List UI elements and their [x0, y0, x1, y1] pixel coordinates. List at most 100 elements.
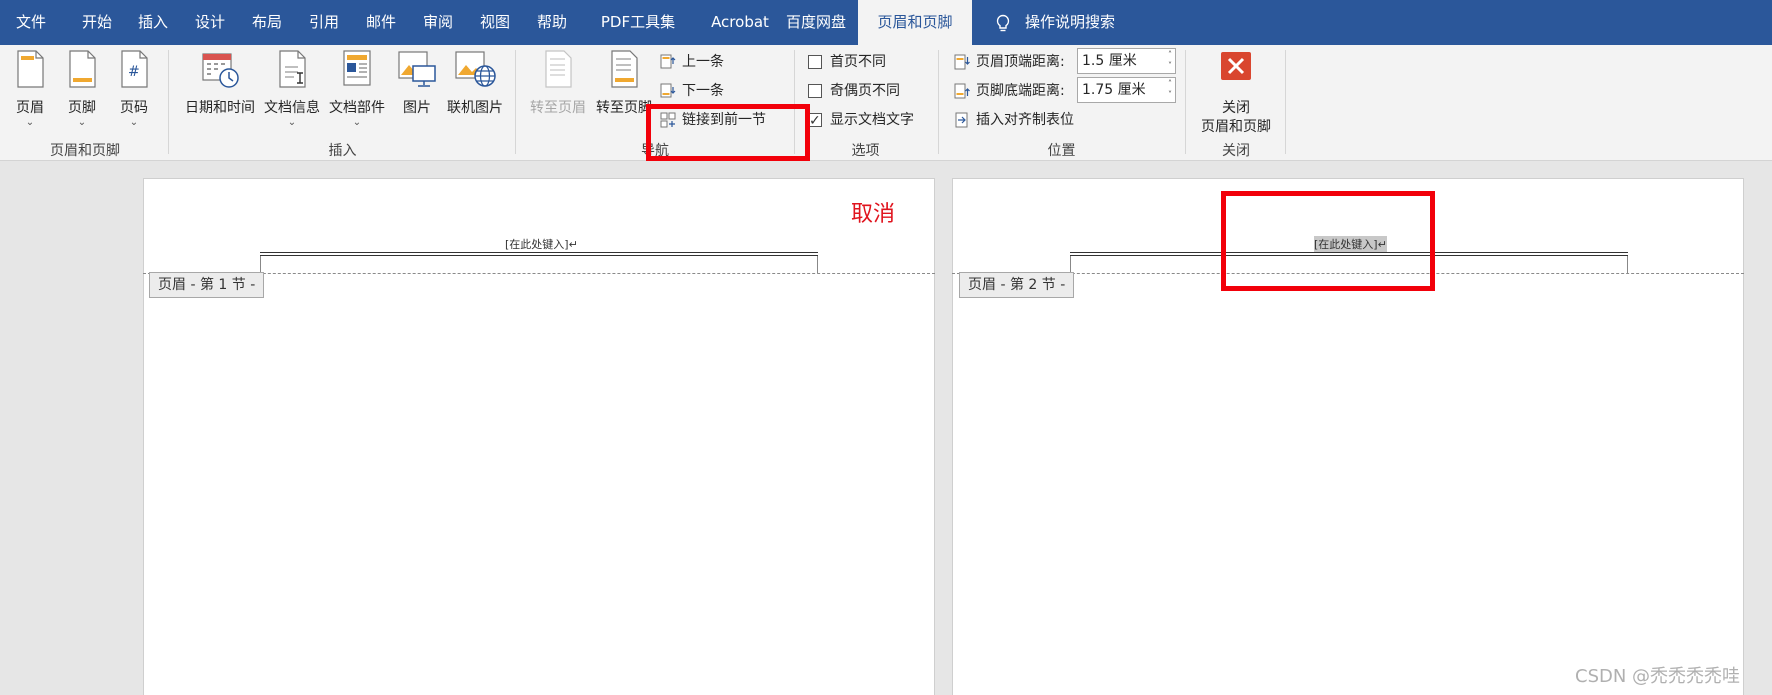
group-label-close: 关闭 [1222, 143, 1250, 159]
watermark: CSDN @禿禿禿禿哇 [1575, 666, 1741, 687]
goto-header-button[interactable]: 转至页眉 [526, 49, 590, 137]
header-rule-edge [260, 256, 261, 273]
chevron-down-icon: ⌄ [352, 117, 362, 128]
lightbulb-icon [996, 14, 1010, 32]
header-button[interactable]: 页眉 ⌄ [6, 49, 54, 137]
chevron-down-icon: ⌄ [25, 117, 35, 128]
insert-alignment-tab-label: 插入对齐制表位 [976, 112, 1074, 128]
group-label-position: 位置 [1047, 143, 1076, 159]
previous-section-icon [660, 54, 676, 69]
header-top-distance-value: 1.5 厘米 [1082, 53, 1137, 69]
tab-layout[interactable]: 布局 [242, 0, 292, 45]
tab-baidu-netdisk[interactable]: 百度网盘 [771, 0, 861, 45]
tab-insert[interactable]: 插入 [128, 0, 178, 45]
next-label: 下一条 [682, 83, 724, 99]
header-top-distance-input[interactable]: 1.5 厘米 ˄ ˅ [1077, 48, 1176, 74]
close-label-line2: 页眉和页脚 [1201, 119, 1271, 135]
footer-button[interactable]: 页脚 ⌄ [58, 49, 106, 137]
header-placeholder-text-selected[interactable]: [在此处键入]↵ [1314, 236, 1387, 252]
checkbox-box [808, 84, 822, 98]
page-number-button[interactable]: # 页码 ⌄ [110, 49, 158, 137]
group-divider [515, 50, 516, 154]
picture-label: 图片 [403, 100, 431, 116]
online-picture-icon [455, 51, 496, 87]
header-top-distance-icon [954, 54, 970, 70]
goto-footer-label: 转至页脚 [596, 100, 652, 116]
footer-icon [69, 50, 96, 88]
document-info-label: 文档信息 [264, 100, 320, 116]
quick-parts-label: 文档部件 [329, 100, 385, 116]
quick-parts-button[interactable]: 文档部件 ⌄ [325, 49, 389, 137]
quick-parts-icon [343, 50, 371, 86]
group-divider [1285, 50, 1286, 154]
footer-bottom-distance-input[interactable]: 1.75 厘米 ˄ ˅ [1077, 77, 1176, 103]
goto-footer-icon [611, 50, 638, 88]
link-to-previous-icon [660, 112, 676, 128]
svg-text:#: # [128, 64, 140, 80]
chevron-down-icon: ⌄ [129, 117, 139, 128]
close-header-footer-button[interactable]: 关闭 页眉和页脚 [1192, 49, 1280, 137]
tab-help[interactable]: 帮助 [527, 0, 577, 45]
group-divider [938, 50, 939, 154]
footer-bottom-distance-icon [954, 83, 970, 99]
first-page-different-label: 首页不同 [830, 54, 886, 70]
document-info-button[interactable]: 文档信息 ⌄ [261, 49, 323, 137]
chevron-down-icon: ⌄ [287, 117, 297, 128]
tab-home[interactable]: 开始 [72, 0, 122, 45]
show-document-text-label: 显示文档文字 [830, 112, 914, 128]
close-icon [1221, 52, 1251, 80]
header-top-distance-label: 页眉顶端距离: [976, 54, 1065, 70]
ribbon: 页眉 ⌄ 页脚 ⌄ # 页码 ⌄ 页眉和页脚 日期和时间 文档信息 ⌄ 文档部件… [0, 45, 1772, 161]
tab-file[interactable]: 文件 [0, 0, 62, 45]
header-rule-edge [817, 256, 818, 273]
previous-label: 上一条 [682, 54, 724, 70]
menu-bar: 文件 开始 插入 设计 布局 引用 邮件 审阅 视图 帮助 PDF工具集 Acr… [0, 0, 1772, 45]
group-divider [1185, 50, 1186, 154]
close-label-line1: 关闭 [1222, 100, 1250, 116]
online-picture-label: 联机图片 [447, 100, 503, 116]
header-rule-line [260, 252, 818, 256]
group-divider [168, 50, 169, 154]
page-number-icon: # [121, 50, 148, 88]
alignment-tab-icon [955, 112, 968, 128]
header-rule-line [1070, 252, 1628, 256]
picture-button[interactable]: 图片 [392, 49, 442, 137]
header-placeholder-text[interactable]: [在此处键入]↵ [505, 236, 578, 252]
footer-bottom-distance-value: 1.75 厘米 [1082, 82, 1146, 98]
spinner-arrows-icon[interactable]: ˄ ˅ [1168, 78, 1172, 100]
spinner-arrows-icon[interactable]: ˄ ˅ [1168, 49, 1172, 71]
picture-icon [398, 51, 436, 87]
group-label-header-footer: 页眉和页脚 [50, 143, 120, 159]
header-label: 页眉 [16, 100, 44, 116]
page-number-label: 页码 [120, 100, 148, 116]
date-time-button[interactable]: 日期和时间 [180, 49, 260, 137]
chevron-down-icon: ⌄ [77, 117, 87, 128]
tab-design[interactable]: 设计 [185, 0, 235, 45]
header-rule-edge [1070, 256, 1071, 273]
header-section-tag: 页眉 - 第 2 节 - [959, 272, 1075, 298]
online-picture-button[interactable]: 联机图片 [442, 49, 508, 137]
tab-mailings[interactable]: 邮件 [356, 0, 406, 45]
date-time-label: 日期和时间 [185, 100, 255, 116]
checkbox-box-checked: ✓ [808, 113, 822, 129]
group-label-options: 选项 [851, 143, 880, 159]
odd-even-different-label: 奇偶页不同 [830, 83, 900, 99]
header-section-tag: 页眉 - 第 1 节 - [149, 272, 265, 298]
link-to-previous-label: 链接到前一节 [682, 112, 766, 128]
tab-pdf-tools[interactable]: PDF工具集 [588, 0, 688, 45]
header-icon [17, 50, 44, 88]
footer-bottom-distance-label: 页脚底端距离: [976, 83, 1065, 99]
goto-footer-button[interactable]: 转至页脚 [592, 49, 656, 137]
annotation-text: 取消 [851, 202, 896, 227]
checkmark-icon: ✓ [809, 113, 821, 129]
group-label-navigation: 导航 [641, 143, 669, 159]
next-section-icon [660, 83, 676, 98]
goto-header-label: 转至页眉 [530, 100, 586, 116]
tab-view[interactable]: 视图 [470, 0, 520, 45]
tab-references[interactable]: 引用 [299, 0, 349, 45]
goto-header-icon [545, 50, 572, 88]
tab-header-footer[interactable]: 页眉和页脚 [858, 0, 972, 45]
tell-me-search[interactable]: 操作说明搜索 [1025, 0, 1115, 45]
header-rule-edge [1627, 256, 1628, 273]
tab-review[interactable]: 审阅 [413, 0, 463, 45]
